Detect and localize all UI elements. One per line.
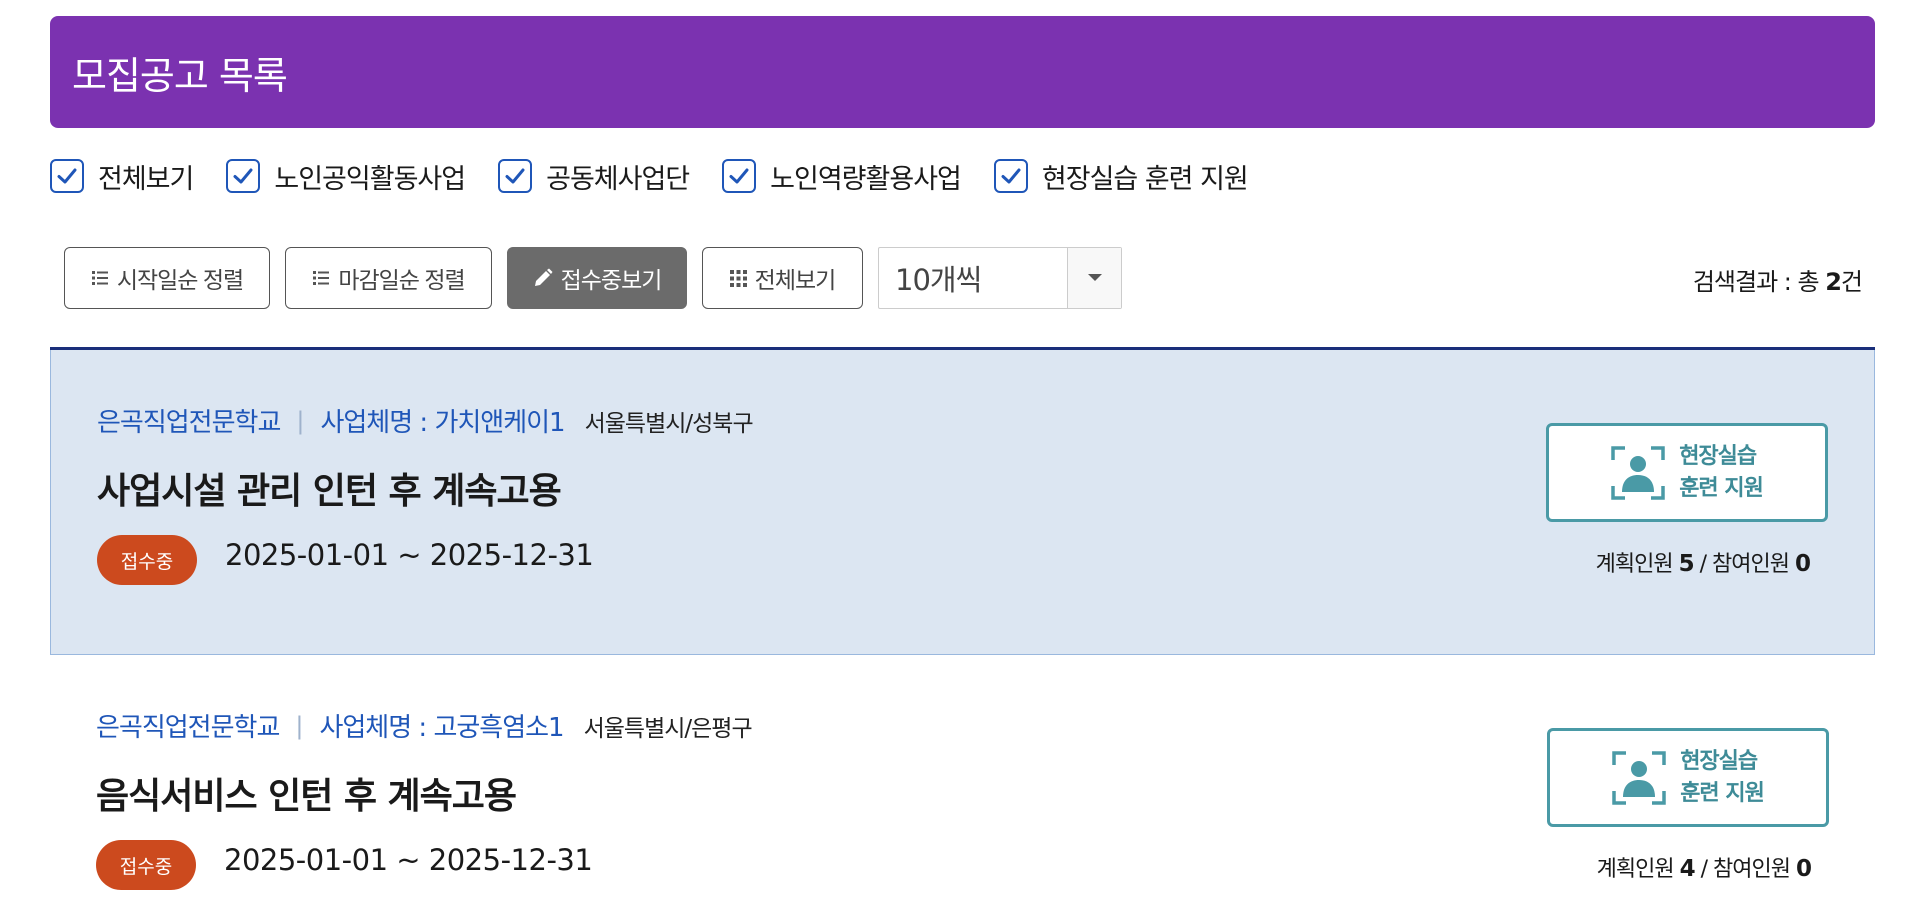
posting-meta: 은곡직업전문학교 | 사업체명 : 가치앤케이1 서울특별시/성북구	[97, 402, 754, 439]
region: 서울특별시/성북구	[584, 410, 754, 437]
posting-card[interactable]: 은곡직업전문학교 | 사업체명 : 가치앤케이1 서울특별시/성북구 사업시설 …	[50, 350, 1875, 655]
filter-label: 전체보기	[98, 163, 194, 195]
posting-period: 2025-01-01 ~ 2025-12-31	[224, 843, 593, 877]
button-label: 마감일순 정렬	[338, 267, 465, 293]
pencil-icon	[533, 268, 553, 288]
person-frame-icon	[1612, 750, 1666, 805]
planned-count: 4	[1679, 856, 1696, 882]
toolbar: 시작일순 정렬 마감일순 정렬 접수중보기 전체보기 10개씩	[64, 247, 1122, 309]
business-name[interactable]: 사업체명 : 가치앤케이1	[320, 402, 565, 439]
filter-label: 노인공익활동사업	[274, 163, 466, 195]
filter-all[interactable]: 전체보기	[50, 157, 194, 196]
checkbox[interactable]	[50, 159, 84, 193]
headcount: 계획인원 4 / 참여인원 0	[1596, 851, 1812, 883]
program-type-label: 현장실습 훈련 지원	[1679, 441, 1764, 505]
count-divider: /	[1694, 857, 1714, 882]
button-label: 시작일순 정렬	[116, 267, 244, 293]
posting-period: 2025-01-01 ~ 2025-12-31	[225, 538, 594, 572]
business-name[interactable]: 사업체명 : 고궁흑염소1	[319, 707, 564, 744]
org-name[interactable]: 은곡직업전문학교	[97, 402, 281, 439]
check-icon	[729, 168, 749, 184]
meta-separator: |	[296, 406, 305, 435]
filter-label: 공동체사업단	[546, 163, 690, 195]
posting-title[interactable]: 음식서비스 인턴 후 계속고용	[96, 767, 517, 819]
joined-count: 0	[1794, 551, 1811, 577]
filter-bar: 전체보기 노인공익활동사업 공동체사업단 노인역량활용사업 현장실습 훈련 지원	[50, 156, 1281, 196]
program-type-line: 현장실습	[1680, 748, 1758, 774]
check-icon	[505, 168, 525, 184]
org-name[interactable]: 은곡직업전문학교	[96, 707, 280, 744]
planned-count: 5	[1678, 551, 1695, 577]
sort-start-button[interactable]: 시작일순 정렬	[64, 247, 270, 309]
program-type-line: 훈련 지원	[1680, 780, 1765, 806]
status-badge: 접수중	[97, 535, 197, 585]
status-badge: 접수중	[96, 840, 196, 890]
page-size-value: 10개씩	[895, 263, 982, 297]
person-frame-icon	[1611, 445, 1665, 500]
view-all-button[interactable]: 전체보기	[702, 247, 863, 309]
result-suffix: 건	[1840, 268, 1863, 296]
caret-down-icon[interactable]	[1067, 248, 1121, 308]
check-icon	[233, 168, 253, 184]
grid-icon	[729, 269, 747, 287]
joined-label: 참여인원	[1713, 857, 1796, 882]
filter-community[interactable]: 공동체사업단	[498, 157, 690, 196]
filter-label: 현장실습 훈련 지원	[1041, 163, 1249, 195]
planned-label: 계획인원	[1596, 857, 1680, 882]
count-divider: /	[1693, 552, 1713, 577]
program-type-line: 현장실습	[1679, 443, 1757, 469]
posting-title[interactable]: 사업시설 관리 인턴 후 계속고용	[97, 462, 562, 514]
list-icon	[312, 269, 330, 287]
headcount: 계획인원 5 / 참여인원 0	[1595, 546, 1811, 578]
checkbox[interactable]	[226, 159, 261, 193]
posting-meta: 은곡직업전문학교 | 사업체명 : 고궁흑염소1 서울특별시/은평구	[96, 707, 753, 744]
checkbox[interactable]	[722, 159, 757, 193]
search-result-count: 검색결과 : 총 2건	[1692, 262, 1863, 297]
posting-card[interactable]: 은곡직업전문학교 | 사업체명 : 고궁흑염소1 서울특별시/은평구 음식서비스…	[50, 655, 1875, 922]
checkbox[interactable]	[498, 159, 533, 193]
check-icon	[1001, 168, 1021, 184]
page-header: 모집공고 목록	[50, 16, 1875, 128]
joined-label: 참여인원	[1712, 552, 1795, 577]
program-type-button[interactable]: 현장실습 훈련 지원	[1546, 423, 1828, 522]
region: 서울특별시/은평구	[583, 715, 753, 742]
filter-field-training[interactable]: 현장실습 훈련 지원	[993, 157, 1249, 196]
page-title: 모집공고 목록	[72, 53, 288, 98]
joined-count: 0	[1795, 856, 1812, 882]
filter-public-activity[interactable]: 노인공익활동사업	[226, 157, 466, 196]
result-prefix: 검색결과 : 총	[1692, 268, 1826, 296]
view-open-button[interactable]: 접수중보기	[507, 247, 687, 309]
program-type-button[interactable]: 현장실습 훈련 지원	[1547, 728, 1829, 827]
filter-capability[interactable]: 노인역량활용사업	[722, 157, 962, 196]
result-number: 2	[1825, 268, 1842, 296]
planned-label: 계획인원	[1595, 552, 1679, 577]
filter-label: 노인역량활용사업	[770, 163, 962, 195]
button-label: 접수중보기	[560, 267, 663, 293]
sort-deadline-button[interactable]: 마감일순 정렬	[285, 247, 492, 309]
button-label: 전체보기	[754, 267, 837, 293]
program-type-label: 현장실습 훈련 지원	[1680, 746, 1765, 810]
meta-separator: |	[295, 711, 304, 740]
page: 모집공고 목록 전체보기 노인공익활동사업 공동체사업단 노인역량활용사업 현장…	[0, 0, 1922, 922]
check-icon	[57, 168, 77, 184]
list-icon	[91, 269, 109, 287]
page-size-select[interactable]: 10개씩	[878, 247, 1122, 309]
program-type-line: 훈련 지원	[1679, 475, 1764, 501]
checkbox[interactable]	[993, 159, 1028, 193]
